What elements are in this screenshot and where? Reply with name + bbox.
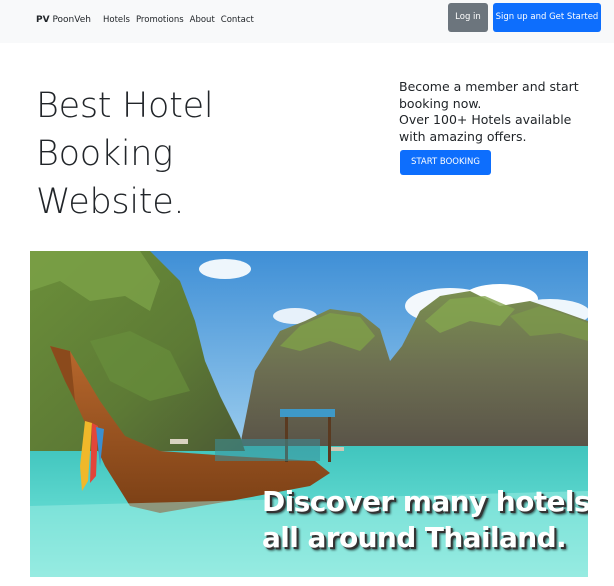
- brand-short: PV: [36, 15, 50, 25]
- nav-links: Hotels Promotions About Contact: [103, 15, 254, 26]
- nav-link-promotions[interactable]: Promotions: [136, 15, 184, 26]
- promo-line: Become a member and start: [399, 79, 579, 94]
- brand-name: PoonVeh: [52, 15, 91, 25]
- promo-text: Become a member and start booking now. O…: [399, 79, 589, 145]
- promo-line: booking now.: [399, 95, 482, 111]
- banner-caption-line: Discover many hotels: [262, 485, 588, 518]
- nav-link-hotels[interactable]: Hotels: [103, 15, 130, 26]
- start-booking-button[interactable]: START BOOKING: [400, 150, 491, 175]
- banner-caption-line: all around Thailand.: [262, 521, 567, 554]
- promo-line: Over 100+ Hotels available: [399, 112, 572, 127]
- hero-banner-image: Discover many hotels all around Thailand…: [30, 251, 588, 577]
- signup-button[interactable]: Sign up and Get Started: [493, 3, 601, 32]
- page-title-line: Website.: [36, 182, 185, 222]
- page-title-line: Booking: [36, 134, 173, 174]
- navbar: PV PoonVeh Hotels Promotions About Conta…: [0, 0, 614, 43]
- nav-link-about[interactable]: About: [190, 15, 215, 26]
- promo-line: with amazing offers.: [399, 128, 527, 144]
- brand-logo[interactable]: PV PoonVeh: [36, 15, 91, 26]
- login-button[interactable]: Log in: [448, 3, 488, 32]
- page-title-line: Best Hotel: [36, 86, 214, 126]
- page-title: Best Hotel Booking Website.: [36, 82, 336, 226]
- nav-link-contact[interactable]: Contact: [221, 15, 254, 26]
- banner-caption: Discover many hotels all around Thailand…: [262, 484, 588, 556]
